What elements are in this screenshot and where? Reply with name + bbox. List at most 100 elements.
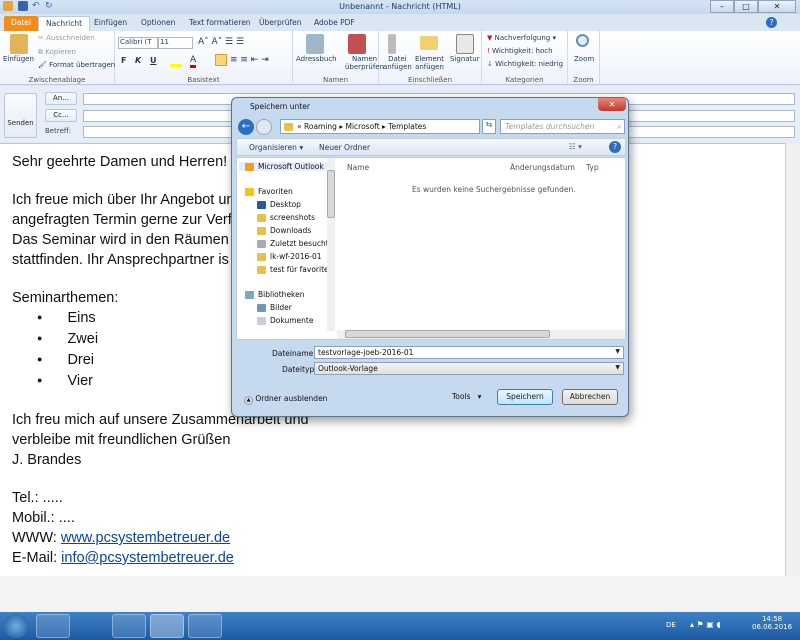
column-name[interactable]: Name [347,163,369,172]
minimize-button[interactable]: – [710,0,734,13]
tab-datei[interactable]: Datei [4,16,39,31]
redo-icon[interactable]: ↻ [45,1,55,11]
body-scrollbar[interactable] [785,143,800,576]
search-input[interactable]: Templates durchsuchen ⌕ [500,119,625,134]
nav-item[interactable]: Dokumente [257,316,313,325]
align-center-icon[interactable]: ≡ ≡ ⇤ ⇥ [230,55,269,65]
size-select[interactable]: 11 [158,37,193,49]
underline-button[interactable]: U [150,56,157,65]
address-bar[interactable]: « Roaming ▸ Microsoft ▸ Templates [280,119,480,134]
media-player-taskbar-icon[interactable] [74,614,108,638]
dialog-close-button[interactable]: ✕ [598,98,626,111]
nav-item-label: screenshots [270,213,316,222]
signature-button[interactable]: Signatur [450,55,480,63]
addressbook-button[interactable]: Adressbuch [296,55,337,63]
breadcrumb-microsoft[interactable]: Microsoft [346,122,380,131]
filename-input[interactable]: testvorlage-joeb-2016-01 ▼ [314,346,624,359]
paste-button[interactable]: Einfügen [3,55,34,63]
label: Element [415,55,444,63]
group-basictext: Calibri (T 11 A˄ A˅ ☰ ☰ F K U A ≡ ≡ ⇤ ⇥ … [115,31,293,85]
cut-button[interactable]: ✂ Ausschneiden [38,34,95,42]
tab-text-formatieren[interactable]: Text formatieren [182,16,258,31]
attach-item-button[interactable]: Element anfügen [415,55,444,71]
start-button[interactable] [4,614,28,638]
filetype-select[interactable]: Outlook-Vorlage ▼ [314,362,624,375]
tab-ueberpruefen[interactable]: Überprüfen [252,16,309,31]
breadcrumb: « Roaming ▸ Microsoft ▸ Templates [284,122,426,131]
breadcrumb-overflow[interactable]: « [297,122,302,131]
pic-icon [257,304,266,312]
undo-icon[interactable]: ↶ [32,1,42,11]
filename-label: Dateiname: [272,349,316,358]
tray-icons[interactable]: ▴ ⚑ ▣ ◖ [690,620,721,629]
clock[interactable]: 14:58 06.06.2016 [752,615,792,631]
column-date[interactable]: Änderungsdatum [510,163,575,172]
followup-button[interactable]: ▼ Nachverfolgung ▾ [487,34,556,42]
outlook-taskbar-icon[interactable] [150,614,184,638]
importance-low-button[interactable]: ↓ Wichtigkeit: niedrig [487,60,563,68]
breadcrumb-templates[interactable]: Templates [388,122,426,131]
explorer-taskbar-icon[interactable] [36,614,70,638]
maximize-button[interactable]: □ [734,0,758,13]
organize-button[interactable]: Organisieren ▾ [249,143,303,152]
save-button[interactable]: Speichern [497,389,553,405]
nav-item[interactable]: Downloads [257,226,311,235]
tab-nachricht[interactable]: Nachricht [38,16,91,31]
zoom-button[interactable]: Zoom [574,55,594,63]
to-button[interactable]: An... [45,92,77,105]
nav-item[interactable]: Favoriten [245,187,293,196]
cc-button[interactable]: Cc... [45,109,77,122]
copy-button[interactable]: ⧉ Kopieren [38,48,76,57]
font-select[interactable]: Calibri (T [118,37,158,49]
attach-file-button[interactable]: Datei anfügen [383,55,412,71]
nav-item[interactable]: lk-wf-2016-01 [257,252,322,261]
refresh-button[interactable]: ⇆ [482,119,496,134]
column-type[interactable]: Typ [586,163,599,172]
language-indicator[interactable]: DE [666,621,676,629]
tools-button[interactable]: Tools ▾ [452,392,481,401]
nav-item[interactable]: Bibliotheken [245,290,305,299]
nav-scrollbar[interactable] [327,158,335,331]
www-link[interactable]: www.pcsystembetreuer.de [61,530,230,546]
format-painter-button[interactable]: 🖌 Format übertragen [38,61,115,69]
tab-optionen[interactable]: Optionen [134,16,182,31]
chevron-down-icon: ▼ [615,348,620,355]
nav-item[interactable]: Microsoft Outlook [239,162,327,171]
view-options-icon[interactable]: ☷ ▾ [569,142,582,151]
tab-einfuegen[interactable]: Einfügen [87,16,134,31]
nav-item[interactable]: Desktop [257,200,301,209]
folder-icon [284,123,293,131]
importance-high-button[interactable]: ! Wichtigkeit: hoch [487,47,553,55]
filetype-value: Outlook-Vorlage [318,364,378,373]
highlight-icon[interactable] [170,57,182,67]
mail-link[interactable]: info@pcsystembetreuer.de [61,550,234,566]
ribbon: Einfügen ✂ Ausschneiden ⧉ Kopieren 🖌 For… [0,31,800,85]
breadcrumb-roaming[interactable]: Roaming [304,122,337,131]
forward-button[interactable] [256,119,272,135]
nav-item[interactable]: Zuletzt besucht [257,239,327,248]
nav-item[interactable]: test für favoriten [257,265,327,274]
font-color-icon[interactable]: A [190,55,197,68]
app-taskbar-icon[interactable] [188,614,222,638]
bold-button[interactable]: F [121,56,126,65]
hide-folders-button[interactable]: ▲ Ordner ausblenden [244,394,327,405]
new-folder-button[interactable]: Neuer Ordner [319,143,370,152]
nav-item[interactable]: screenshots [257,213,315,222]
send-button[interactable]: Senden [4,93,37,138]
italic-button[interactable]: K [135,56,141,65]
align-left-icon[interactable] [215,54,227,66]
cancel-button[interactable]: Abbrechen [562,389,618,405]
tab-adobe-pdf[interactable]: Adobe PDF [307,16,362,31]
horizontal-scrollbar[interactable] [337,330,625,339]
back-button[interactable]: ← [238,119,254,135]
save-icon[interactable] [18,1,28,11]
dialog-help-icon[interactable]: ? [609,141,621,153]
nav-item[interactable]: Bilder [257,303,292,312]
grow-font-button[interactable]: A˄ A˅ ☰ ☰ [198,37,244,47]
firefox-taskbar-icon[interactable] [112,614,146,638]
envelope-icon [420,36,438,50]
folder-icon [257,227,266,235]
help-icon[interactable]: ? [766,17,777,28]
close-button[interactable]: ✕ [758,0,796,13]
body-line: verbleibe mit freundlichen Grüßen [12,432,231,448]
